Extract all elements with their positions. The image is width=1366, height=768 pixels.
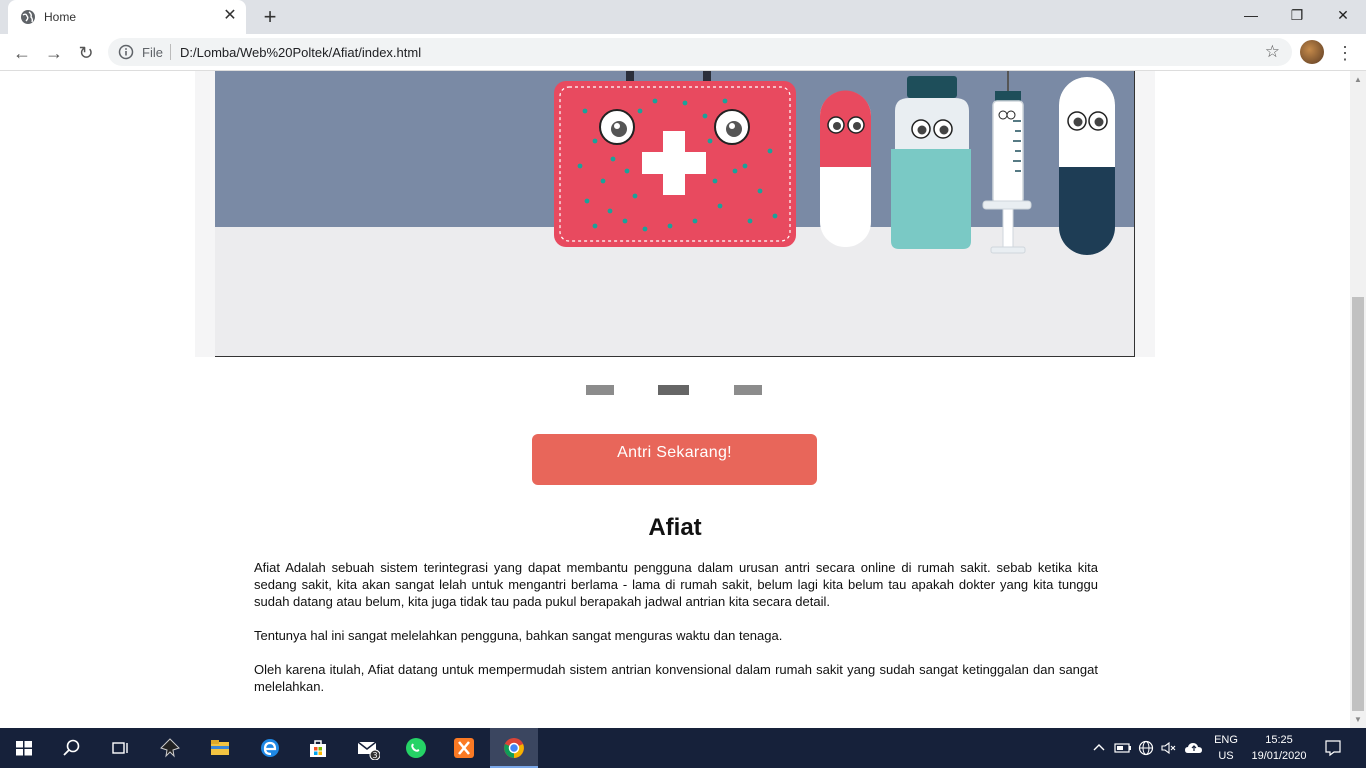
browser-toolbar: ← → ↻ File D:/Lomba/Web%20Poltek/Afiat/i…: [0, 34, 1366, 71]
first-aid-kit-illustration: [554, 81, 796, 247]
capsule-illustration: [1059, 77, 1115, 255]
input-language[interactable]: ENG US: [1212, 732, 1240, 764]
notification-icon[interactable]: [1324, 739, 1342, 757]
search-button[interactable]: [48, 728, 96, 768]
folder-icon: [211, 740, 229, 755]
scrollbar-thumb[interactable]: [1352, 297, 1364, 711]
scroll-down-icon[interactable]: ▼: [1354, 715, 1362, 724]
network-globe-icon[interactable]: [1138, 740, 1154, 756]
chrome-icon: [504, 738, 524, 758]
hero-carousel: [195, 71, 1155, 357]
mail-badge: 3: [372, 751, 377, 760]
paragraph-2: Tentunya hal ini sangat melelahkan pengg…: [254, 628, 783, 643]
minimize-button[interactable]: —: [1228, 0, 1274, 32]
tab-title: Home: [44, 10, 77, 24]
omnibox-divider: [170, 44, 171, 60]
profile-avatar[interactable]: [1300, 40, 1324, 64]
taskbar-app-whatsapp[interactable]: [392, 728, 440, 768]
clock-date: 19/01/2020: [1251, 750, 1307, 762]
lang-line-1: ENG: [1214, 734, 1238, 746]
mail-icon: 3: [357, 741, 380, 760]
antri-sekarang-button[interactable]: Antri Sekarang!: [532, 434, 817, 485]
onedrive-cloud-icon[interactable]: [1184, 740, 1204, 756]
inkscape-icon: [160, 738, 180, 758]
taskbar-app-xampp[interactable]: [440, 728, 488, 768]
taskbar-app-mail[interactable]: 3: [344, 728, 392, 768]
restore-button[interactable]: ❐: [1274, 0, 1320, 32]
page-scrollbar[interactable]: ▲ ▼: [1350, 71, 1366, 728]
clock-time: 15:25: [1265, 734, 1293, 746]
syringe-illustration: [982, 71, 1032, 254]
hero-slide: [215, 71, 1135, 357]
new-tab-button[interactable]: +: [258, 6, 282, 28]
lang-line-2: US: [1218, 750, 1234, 762]
carousel-dot-3[interactable]: [734, 385, 762, 395]
edge-icon: [261, 739, 279, 757]
store-bag-icon: [310, 740, 326, 757]
medical-illustration: [554, 71, 1115, 255]
paragraph-3: Oleh karena itulah, Afiat datang untuk m…: [254, 662, 1098, 694]
search-icon: [63, 739, 80, 756]
menu-dots-icon[interactable]: ⋮: [1336, 39, 1354, 67]
address-bar[interactable]: File D:/Lomba/Web%20Poltek/Afiat/index.h…: [108, 38, 1292, 66]
carousel-dot-1[interactable]: [586, 385, 614, 395]
scroll-up-icon[interactable]: ▲: [1354, 75, 1362, 84]
taskbar-app-inkscape[interactable]: [146, 728, 194, 768]
back-arrow-icon[interactable]: ←: [8, 39, 36, 67]
taskbar-app-file-explorer[interactable]: [196, 728, 244, 768]
paragraph-1: Afiat Adalah sebuah sistem terintegrasi …: [254, 560, 1098, 609]
taskbar-app-store[interactable]: [294, 728, 342, 768]
tab-strip: Home ✕ + — ❐ ✕: [0, 0, 1366, 34]
xampp-icon: [454, 738, 474, 758]
carousel-indicators: [586, 385, 766, 397]
page-viewport: Antri Sekarang! Afiat Afiat Adalah sebua…: [0, 71, 1350, 728]
speaker-muted-icon[interactable]: [1160, 740, 1178, 756]
carousel-dot-2[interactable]: [658, 385, 689, 395]
taskbar-app-edge[interactable]: [246, 728, 294, 768]
tab-home[interactable]: Home ✕: [8, 0, 246, 34]
system-clock[interactable]: 15:25 19/01/2020: [1246, 732, 1312, 764]
windows-taskbar: 3 ENG US 15:25 19/01/2020: [0, 728, 1366, 768]
pill-illustration: [820, 90, 871, 247]
url-scheme: File: [142, 45, 163, 60]
globe-icon: [21, 10, 35, 24]
windows-logo-icon: [16, 741, 32, 756]
taskbar-app-chrome[interactable]: [490, 728, 538, 768]
start-button[interactable]: [0, 728, 48, 768]
close-window-button[interactable]: ✕: [1320, 0, 1366, 32]
bookmark-star-icon[interactable]: ☆: [1265, 42, 1280, 62]
page-title: Afiat: [648, 514, 702, 541]
bottle-illustration: [891, 76, 971, 249]
task-view-icon: [112, 742, 128, 754]
reload-icon[interactable]: ↻: [72, 39, 100, 67]
battery-icon[interactable]: [1114, 741, 1132, 755]
tab-close-icon[interactable]: ✕: [222, 8, 238, 24]
url-text[interactable]: D:/Lomba/Web%20Poltek/Afiat/index.html: [180, 45, 421, 60]
forward-arrow-icon[interactable]: →: [40, 39, 68, 67]
info-icon[interactable]: [118, 44, 134, 60]
whatsapp-icon: [406, 738, 426, 758]
tray-chevron-up-icon[interactable]: [1092, 741, 1106, 755]
task-view-button[interactable]: [96, 728, 144, 768]
